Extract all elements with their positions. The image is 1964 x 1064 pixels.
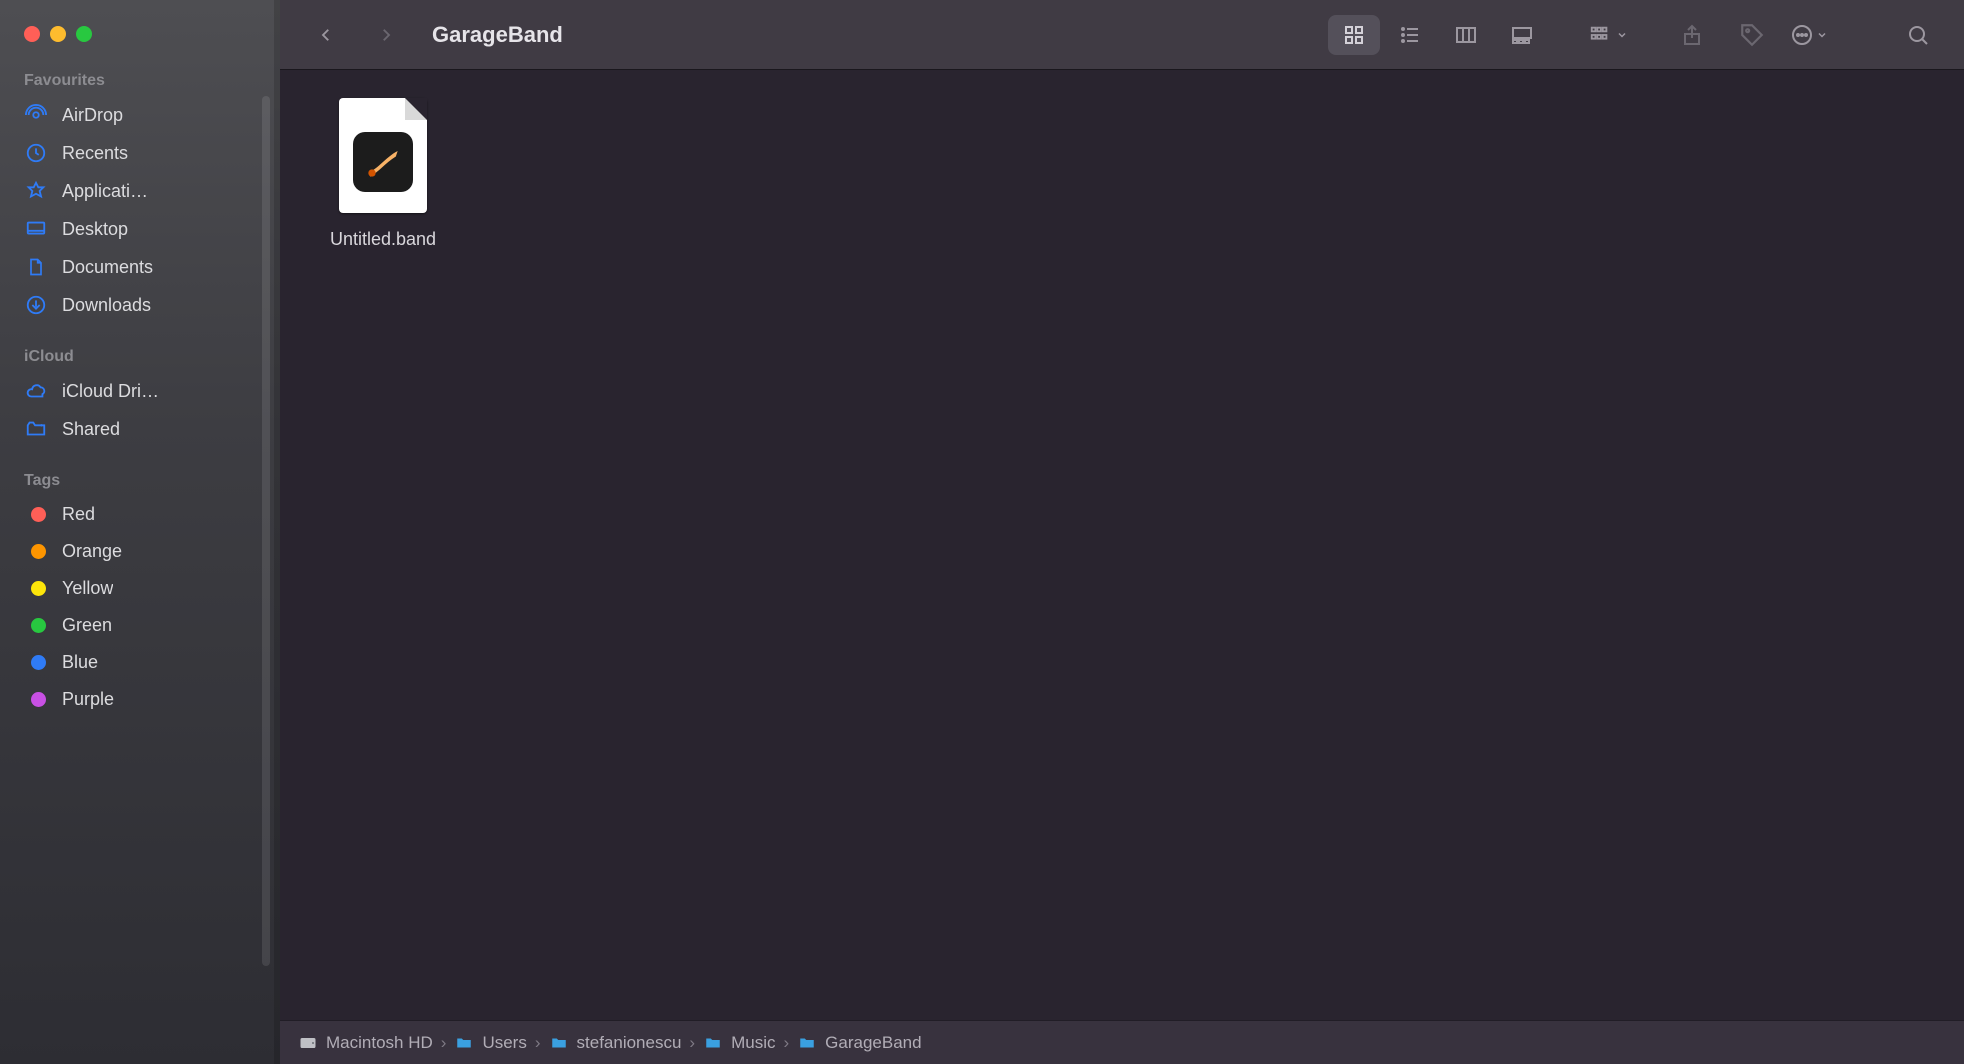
- path-bar: Macintosh HD › Users › stefanionescu › M…: [280, 1020, 1964, 1064]
- path-crumb[interactable]: Macintosh HD: [298, 1033, 433, 1053]
- sidebar-item-tag-yellow[interactable]: Yellow: [0, 570, 280, 607]
- folder-content[interactable]: Untitled.band: [280, 70, 1964, 1020]
- sidebar-sections: Favourites AirDrop Recents Applicati…: [0, 66, 280, 1064]
- chevron-down-icon: [1616, 29, 1628, 41]
- download-icon: [24, 294, 48, 316]
- forward-button[interactable]: [360, 15, 412, 55]
- maximize-window-button[interactable]: [76, 26, 92, 42]
- file-icon: [339, 98, 427, 213]
- sidebar-item-documents[interactable]: Documents: [0, 248, 280, 286]
- path-crumb-label: stefanionescu: [577, 1033, 682, 1053]
- toolbar: GarageBand: [280, 0, 1964, 70]
- tag-dot-icon: [24, 507, 48, 522]
- airdrop-icon: [24, 104, 48, 126]
- chevron-down-icon: [1816, 29, 1828, 41]
- back-button[interactable]: [300, 15, 352, 55]
- main-area: GarageBand: [280, 0, 1964, 1064]
- sidebar-heading-icloud: iCloud: [0, 342, 280, 372]
- sidebar-item-label: iCloud Dri…: [62, 381, 159, 402]
- sidebar-item-recents[interactable]: Recents: [0, 134, 280, 172]
- sidebar-item-tag-red[interactable]: Red: [0, 496, 280, 533]
- folder-icon: [797, 1034, 817, 1052]
- sidebar-item-label: AirDrop: [62, 105, 123, 126]
- path-crumb[interactable]: stefanionescu: [549, 1033, 682, 1053]
- view-gallery-button[interactable]: [1496, 15, 1548, 55]
- chevron-right-icon: ›: [441, 1033, 447, 1053]
- window-title: GarageBand: [432, 22, 563, 48]
- tag-dot-icon: [24, 581, 48, 596]
- path-crumb-label: Users: [482, 1033, 526, 1053]
- sidebar-item-label: Recents: [62, 143, 128, 164]
- folder-icon: [454, 1034, 474, 1052]
- clock-icon: [24, 142, 48, 164]
- sidebar-item-shared[interactable]: Shared: [0, 410, 280, 448]
- group-by-button[interactable]: [1582, 15, 1632, 55]
- view-column-button[interactable]: [1440, 15, 1492, 55]
- sidebar: Favourites AirDrop Recents Applicati…: [0, 0, 280, 1064]
- folder-icon: [703, 1034, 723, 1052]
- sidebar-item-label: Downloads: [62, 295, 151, 316]
- sidebar-item-tag-green[interactable]: Green: [0, 607, 280, 644]
- chevron-right-icon: ›: [535, 1033, 541, 1053]
- document-icon: [24, 256, 48, 278]
- sidebar-item-label: Blue: [62, 652, 98, 673]
- sidebar-heading-favourites: Favourites: [0, 66, 280, 96]
- actions-button[interactable]: [1786, 15, 1832, 55]
- search-button[interactable]: [1892, 15, 1944, 55]
- sharedfolder-icon: [24, 418, 48, 440]
- sidebar-item-tag-orange[interactable]: Orange: [0, 533, 280, 570]
- share-button[interactable]: [1666, 15, 1718, 55]
- sidebar-item-downloads[interactable]: Downloads: [0, 286, 280, 324]
- chevron-right-icon: ›: [784, 1033, 790, 1053]
- path-crumb-label: Music: [731, 1033, 775, 1053]
- sidebar-item-applications[interactable]: Applicati…: [0, 172, 280, 210]
- cloud-icon: [24, 380, 48, 402]
- sidebar-item-label: Shared: [62, 419, 120, 440]
- path-crumb[interactable]: Music: [703, 1033, 775, 1053]
- sidebar-item-label: Green: [62, 615, 112, 636]
- sidebar-item-label: Yellow: [62, 578, 113, 599]
- desktop-icon: [24, 218, 48, 240]
- sidebar-scrollbar[interactable]: [262, 96, 270, 966]
- sidebar-item-desktop[interactable]: Desktop: [0, 210, 280, 248]
- file-item[interactable]: Untitled.band: [308, 98, 458, 250]
- path-crumb-label: Macintosh HD: [326, 1033, 433, 1053]
- tag-dot-icon: [24, 618, 48, 633]
- path-crumb[interactable]: Users: [454, 1033, 526, 1053]
- view-list-button[interactable]: [1384, 15, 1436, 55]
- sidebar-item-label: Purple: [62, 689, 114, 710]
- folder-icon: [549, 1034, 569, 1052]
- sidebar-heading-tags: Tags: [0, 466, 280, 496]
- minimize-window-button[interactable]: [50, 26, 66, 42]
- sidebar-item-label: Red: [62, 504, 95, 525]
- window-controls: [0, 10, 280, 66]
- sidebar-item-icloud-drive[interactable]: iCloud Dri…: [0, 372, 280, 410]
- sidebar-item-tag-blue[interactable]: Blue: [0, 644, 280, 681]
- file-name: Untitled.band: [330, 229, 436, 250]
- sidebar-section-favourites: Favourites AirDrop Recents Applicati…: [0, 66, 280, 342]
- sidebar-item-label: Desktop: [62, 219, 128, 240]
- appstore-icon: [24, 180, 48, 202]
- sidebar-section-tags: Tags Red Orange Yellow Green Blue: [0, 466, 280, 736]
- path-crumb-label: GarageBand: [825, 1033, 921, 1053]
- sidebar-item-label: Documents: [62, 257, 153, 278]
- garageband-icon: [353, 132, 413, 192]
- path-crumb[interactable]: GarageBand: [797, 1033, 921, 1053]
- tags-button[interactable]: [1726, 15, 1778, 55]
- sidebar-item-airdrop[interactable]: AirDrop: [0, 96, 280, 134]
- sidebar-item-label: Applicati…: [62, 181, 148, 202]
- sidebar-section-icloud: iCloud iCloud Dri… Shared: [0, 342, 280, 466]
- close-window-button[interactable]: [24, 26, 40, 42]
- tag-dot-icon: [24, 655, 48, 670]
- tag-dot-icon: [24, 692, 48, 707]
- view-icon-button[interactable]: [1328, 15, 1380, 55]
- sidebar-resize-handle[interactable]: [274, 0, 280, 1064]
- view-mode-group: [1328, 15, 1548, 55]
- disk-icon: [298, 1033, 318, 1053]
- chevron-right-icon: ›: [689, 1033, 695, 1053]
- sidebar-item-label: Orange: [62, 541, 122, 562]
- tag-dot-icon: [24, 544, 48, 559]
- sidebar-item-tag-purple[interactable]: Purple: [0, 681, 280, 718]
